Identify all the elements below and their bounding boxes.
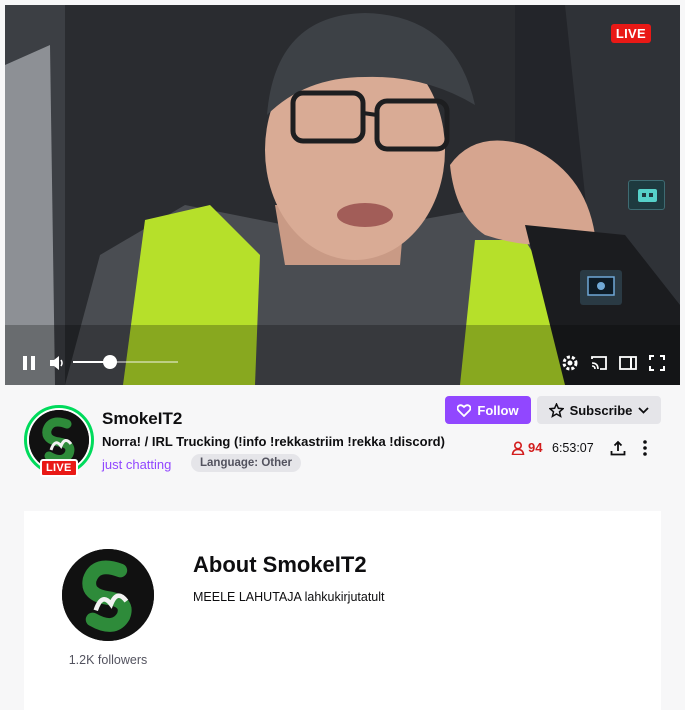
about-title: About SmokeIT2 [193,552,367,577]
video-player[interactable]: LIVE [5,5,680,385]
overlay-widget-icon [628,180,665,210]
volume-slider-knob[interactable] [103,355,117,369]
star-icon [548,402,564,418]
stream-uptime: 6:53:07 [552,441,594,455]
fullscreen-icon[interactable] [647,353,667,373]
stream-title: Norra! / IRL Trucking (!info !rekkastrii… [102,434,445,449]
about-panel: 1.2K followers About SmokeIT2 MEELE LAHU… [24,511,661,710]
live-badge: LIVE [610,24,651,43]
language-tag[interactable]: Language: Other [191,454,302,472]
about-avatar [62,549,154,641]
player-controls [5,345,680,385]
share-icon[interactable] [608,437,628,459]
channel-info-bar: LIVE SmokeIT2 Norra! / IRL Trucking (!in… [5,385,680,480]
video-frame [5,5,680,385]
chevron-down-icon [638,406,650,414]
more-options-icon[interactable] [637,437,653,459]
avatar-live-badge: LIVE [40,459,78,477]
theatre-mode-icon[interactable] [618,353,638,373]
cast-icon[interactable] [589,353,609,373]
category-link[interactable]: just chatting [102,457,171,472]
follower-count: 1.2K followers [68,653,148,667]
viewer-icon [511,440,525,455]
channel-name[interactable]: SmokeIT2 [102,409,182,429]
page: LIVE LIVE SmokeIT2 Norra! / IRL Trucking… [0,0,685,710]
viewer-count-value: 94 [528,440,543,455]
follow-label: Follow [477,402,519,418]
subscribe-label: Subscribe [569,402,633,418]
volume-slider[interactable] [73,355,178,369]
volume-icon[interactable] [47,353,67,373]
settings-icon[interactable] [560,353,580,373]
follow-button[interactable]: Follow [445,396,531,424]
overlay-monitor-icon [580,270,622,305]
pause-icon[interactable] [19,353,39,373]
viewer-count: 94 [511,440,542,455]
heart-icon [457,403,472,417]
channel-avatar[interactable]: LIVE [24,405,94,477]
about-description: MEELE LAHUTAJA lahkukirjutatult [193,590,385,604]
subscribe-button[interactable]: Subscribe [537,396,661,424]
